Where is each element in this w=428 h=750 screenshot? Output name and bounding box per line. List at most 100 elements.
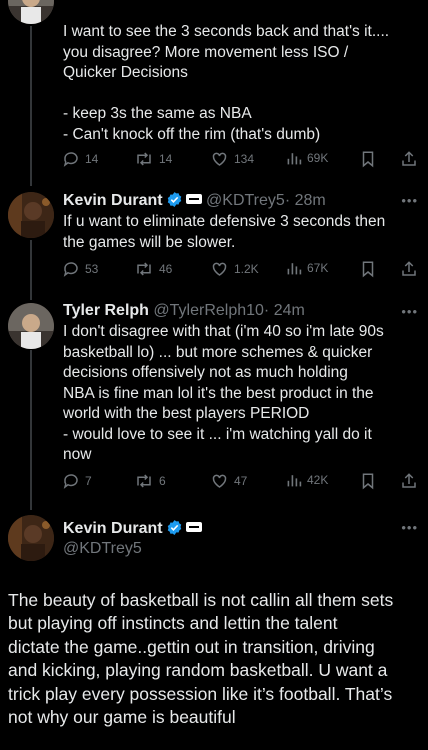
timestamp[interactable]: · 28m	[285, 192, 326, 209]
views-button[interactable]: 69K	[286, 150, 328, 166]
reply-count: 7	[85, 474, 92, 488]
views-count: 42K	[307, 473, 329, 487]
reply-count: 53	[85, 262, 99, 276]
like-count: 47	[234, 474, 248, 488]
timestamp[interactable]: · 24m	[264, 302, 305, 319]
repost-icon	[137, 262, 151, 276]
tweet-actions: 7 6 47 42K	[60, 472, 420, 492]
avatar-tyler-relph[interactable]	[8, 0, 54, 24]
author-name[interactable]: Kevin Durant	[63, 520, 163, 537]
reply-icon	[63, 262, 78, 277]
views-icon	[287, 263, 302, 275]
bookmark-button[interactable]	[360, 150, 376, 168]
tweet-line: I want to see the 3 seconds back and tha…	[63, 23, 390, 40]
repost-button[interactable]: 46	[134, 260, 172, 278]
reply-button[interactable]: 14	[62, 150, 98, 168]
repost-icon	[137, 474, 151, 488]
share-icon	[402, 151, 416, 166]
bookmark-button[interactable]	[360, 472, 376, 490]
heart-icon	[212, 474, 227, 488]
tweet-header: Tyler Relph @TylerRelph10· 24m	[63, 302, 305, 320]
tweet-line: dictate the game..gettin out in transiti…	[8, 636, 375, 657]
share-button[interactable]	[400, 472, 418, 490]
repost-icon	[137, 152, 151, 166]
repost-count: 14	[159, 152, 173, 166]
more-icon[interactable]: •••	[401, 520, 418, 535]
tweet-text: If u want to eliminate defensive 3 secon…	[63, 212, 413, 253]
tweet-actions: 14 14 134 69K	[60, 150, 420, 170]
author-name[interactable]: Tyler Relph	[63, 302, 149, 319]
tweet-line: basketball lo) ... but more schemes & qu…	[63, 343, 373, 361]
reply-icon	[63, 474, 78, 489]
more-icon[interactable]: •••	[401, 193, 418, 208]
views-icon	[287, 153, 302, 165]
tweet-line: NBA is fine man lol it's the best produc…	[63, 384, 374, 402]
thread-line	[30, 26, 32, 186]
author-handle[interactable]: @KDTrey5	[63, 540, 142, 557]
views-count: 67K	[307, 261, 329, 275]
avatar-kevin-durant[interactable]	[8, 192, 54, 238]
bookmark-button[interactable]	[360, 260, 376, 278]
like-button[interactable]: 134	[210, 150, 254, 168]
avatar-tyler-relph[interactable]	[8, 303, 54, 349]
like-button[interactable]: 47	[210, 472, 247, 490]
tweet-line: Quicker Decisions	[63, 64, 188, 81]
tweet-actions: 53 46 1.2K 67K	[60, 260, 420, 280]
repost-button[interactable]: 14	[134, 150, 172, 168]
repost-count: 6	[159, 474, 166, 488]
tweet-text: I don't disagree with that (i'm 40 so i'…	[63, 322, 413, 466]
tweet-line: but playing off instincts and lettin the…	[8, 613, 338, 634]
like-count: 134	[234, 152, 255, 166]
tweet-line: now	[63, 446, 92, 463]
tweet-line: trick play every possession like it’s fo…	[8, 683, 393, 704]
views-count: 69K	[307, 151, 329, 165]
repost-button[interactable]: 6	[134, 472, 166, 490]
tweet-line: If u want to eliminate defensive 3 secon…	[63, 213, 386, 230]
views-button[interactable]: 67K	[286, 260, 328, 276]
tweet-line: The beauty of basketball is not callin a…	[8, 590, 394, 610]
reply-button[interactable]: 7	[62, 472, 92, 490]
tweet-header: Kevin Durant @KDTrey5· 28m	[63, 191, 326, 210]
verified-badge-icon	[167, 192, 181, 207]
tweet-line: and kicking, playing random basketball. …	[8, 660, 388, 681]
heart-icon	[212, 152, 227, 166]
tweet-line: - would love to see it ... i'm watching …	[63, 425, 372, 443]
author-handle[interactable]: @TylerRelph10	[153, 302, 264, 319]
heart-icon	[212, 262, 227, 276]
tweet-line: - Can't knock off the rim (that's dumb)	[63, 125, 321, 143]
author-name[interactable]: Kevin Durant	[63, 192, 163, 209]
tweet-line: the games will be slower.	[63, 233, 236, 251]
thread-line	[30, 240, 32, 300]
like-button[interactable]: 1.2K	[210, 260, 259, 278]
tweet-line: - keep 3s the same as NBA	[63, 105, 252, 122]
thread-line	[30, 350, 32, 510]
repost-count: 46	[159, 262, 173, 276]
bookmark-icon	[362, 261, 374, 278]
tweet-text: I want to see the 3 seconds back and tha…	[63, 22, 413, 145]
bookmark-icon	[362, 151, 374, 168]
handle-row: @KDTrey5	[63, 540, 142, 558]
share-icon	[402, 261, 416, 276]
tweet-line: not why our game is beautiful	[8, 707, 236, 728]
share-button[interactable]	[400, 150, 418, 168]
views-icon	[287, 475, 302, 487]
bookmark-icon	[362, 473, 374, 490]
share-button[interactable]	[400, 260, 418, 278]
tweet-line: you disagree? More movement less ISO /	[63, 43, 349, 61]
avatar-kevin-durant[interactable]	[8, 515, 54, 561]
reply-icon	[63, 152, 78, 167]
tweet-text: The beauty of basketball is not callin a…	[8, 589, 420, 729]
tweet-line: world with the best players PERIOD	[63, 405, 310, 422]
author-handle[interactable]: @KDTrey5	[206, 192, 285, 209]
affiliation-badge-icon	[185, 522, 202, 532]
affiliation-badge-icon	[185, 194, 202, 204]
tweet-line: decisions offensively not as much holdin…	[63, 364, 348, 381]
tweet-header: Kevin Durant	[63, 519, 202, 538]
tweet-line: I don't disagree with that (i'm 40 so i'…	[63, 323, 384, 340]
share-icon	[402, 473, 416, 488]
like-count: 1.2K	[234, 262, 259, 276]
reply-button[interactable]: 53	[62, 260, 98, 278]
views-button[interactable]: 42K	[286, 472, 328, 488]
more-icon[interactable]: •••	[401, 304, 418, 319]
tweet-line	[63, 84, 413, 105]
